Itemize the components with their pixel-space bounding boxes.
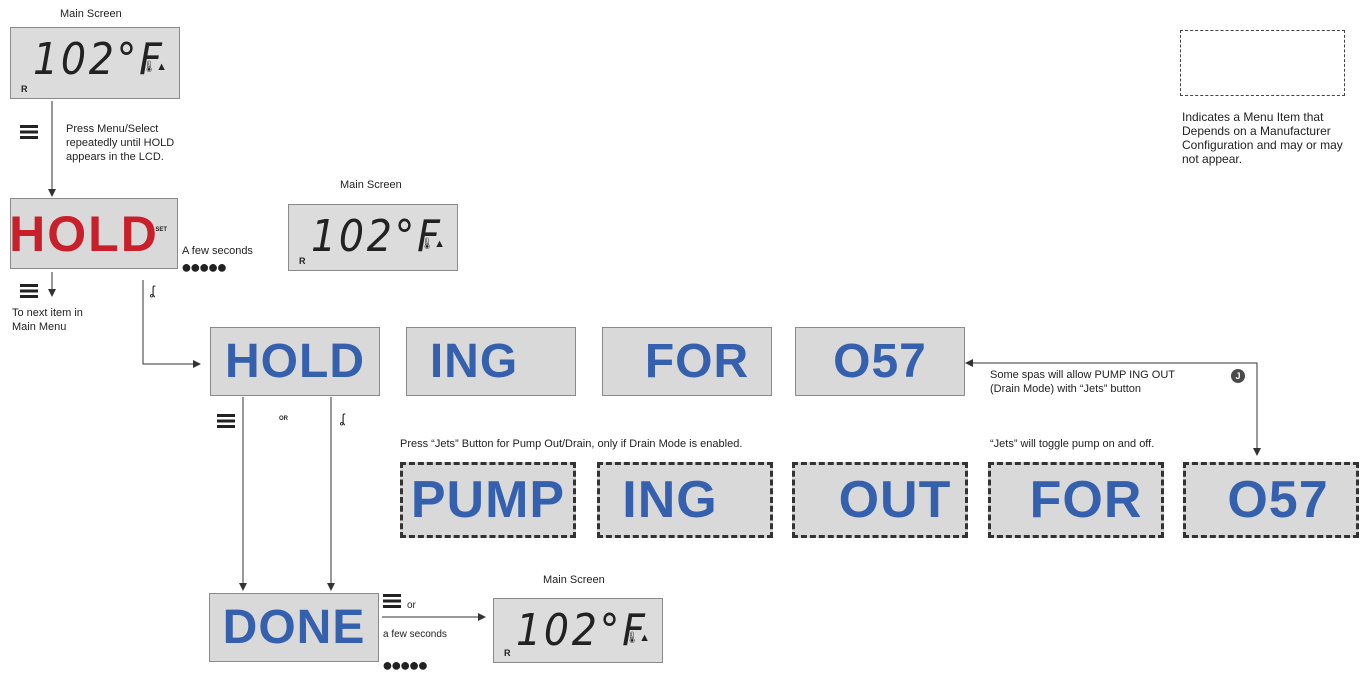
menu-icon: [383, 594, 401, 613]
some-spas-note: Some spas will allow PUMP ING OUT (Drain…: [990, 369, 1175, 395]
lcd-r-indicator: R: [504, 648, 511, 658]
toggle-note: “Jets” will toggle pump on and off.: [990, 438, 1155, 450]
main-screen-label-bottom: Main Screen: [543, 574, 605, 586]
hold-set-lcd: HOLD SET: [9, 198, 178, 269]
menu-icon: [217, 414, 235, 433]
lcd-main-bottom: 102°F R 🌡▲: [493, 598, 663, 663]
pump-for: FOR: [988, 462, 1164, 538]
main-screen-label-top: Main Screen: [60, 8, 122, 20]
lcd-main-top: 102°F R 🌡▲: [10, 27, 180, 99]
message-hold: HOLD: [210, 327, 380, 396]
or-label: OR: [279, 416, 288, 422]
pump-o57: O57: [1183, 462, 1359, 538]
a-few-seconds-label: A few seconds: [182, 245, 253, 257]
or-label-lower: or: [407, 600, 416, 611]
temp-button-icon: ʆ: [150, 283, 155, 298]
a-few-seconds-lower: a few seconds: [383, 629, 447, 640]
hold-text: HOLD: [9, 205, 159, 262]
menu-icon: [20, 284, 38, 303]
menu-icon: [20, 125, 38, 144]
message-ing: ING: [406, 327, 576, 396]
lcd-r-indicator: R: [21, 84, 28, 94]
legend-dashed-box: [1180, 30, 1345, 96]
press-menu-note: Press Menu/Select repeatedly until HOLD …: [66, 123, 175, 163]
thermometer-icon: 🌡▲: [625, 632, 650, 644]
temp-button-icon: ʆ: [340, 411, 345, 426]
jets-button-icon: J: [1231, 369, 1245, 383]
pump-pump: PUMP: [400, 462, 576, 538]
message-for: FOR: [602, 327, 772, 396]
pump-note: Press “Jets” Button for Pump Out/Drain, …: [400, 438, 743, 450]
dots-indicator: ●●●●●: [382, 655, 428, 675]
thermometer-icon: 🌡▲: [420, 238, 445, 250]
to-next-item-note: To next item in Main Menu: [12, 307, 83, 333]
pump-ing: ING: [597, 462, 773, 538]
lcd-main-middle: 102°F R 🌡▲: [288, 204, 458, 271]
message-o57: O57: [795, 327, 965, 396]
thermometer-icon: 🌡▲: [142, 61, 167, 73]
pump-out: OUT: [792, 462, 968, 538]
main-screen-label-middle: Main Screen: [340, 179, 402, 191]
dots-indicator: ●●●●●: [181, 257, 227, 277]
done-lcd: DONE: [209, 593, 379, 662]
lcd-r-indicator: R: [299, 256, 306, 266]
set-indicator: SET: [155, 227, 167, 233]
legend-note: Indicates a Menu Item that Depends on a …: [1182, 110, 1343, 166]
